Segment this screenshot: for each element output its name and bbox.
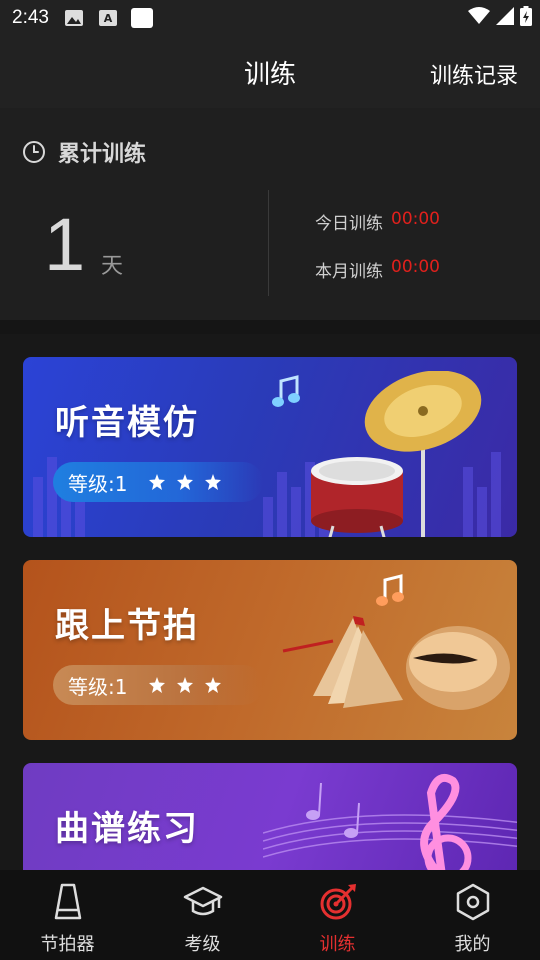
nav-item-metronome[interactable]: 节拍器 bbox=[0, 870, 135, 960]
card-title: 听音模仿 bbox=[55, 403, 199, 443]
level-badge: 等级:1 bbox=[53, 462, 263, 502]
level-label: 等级:1 bbox=[68, 471, 128, 496]
battery-charging-icon bbox=[520, 6, 532, 26]
star-icon bbox=[205, 474, 222, 490]
section-gap bbox=[0, 320, 540, 334]
top-app-bar: 训练 训练记录 bbox=[0, 36, 540, 108]
treble-clef-illustration bbox=[263, 774, 517, 870]
training-list[interactable]: 听音模仿 等级:1 跟上节拍 等级:1 曲谱练习 bbox=[0, 334, 540, 870]
status-bar: 2:43 A bbox=[0, 0, 540, 36]
music-note-icon bbox=[272, 375, 300, 407]
nav-item-exam[interactable]: 考级 bbox=[135, 870, 270, 960]
nav-item-training[interactable]: 训练 bbox=[270, 870, 405, 960]
level-stars bbox=[149, 474, 222, 490]
training-record-link[interactable]: 训练记录 bbox=[430, 58, 518, 90]
today-label: 今日训练 bbox=[315, 214, 383, 234]
listen-imitate-card[interactable]: 听音模仿 等级:1 bbox=[23, 357, 517, 537]
blank-notification-icon bbox=[130, 8, 153, 28]
total-days-unit: 天 bbox=[101, 254, 124, 279]
svg-text:A: A bbox=[104, 12, 113, 25]
clock-icon bbox=[23, 141, 45, 163]
metronome-icon bbox=[54, 883, 81, 920]
target-icon bbox=[320, 884, 356, 920]
wifi-icon bbox=[468, 7, 490, 24]
follow-beat-card[interactable]: 跟上节拍 等级:1 bbox=[23, 560, 517, 740]
status-time: 2:43 bbox=[12, 7, 49, 28]
graduation-cap-icon bbox=[183, 886, 222, 916]
level-badge: 等级:1 bbox=[53, 665, 263, 705]
today-value: 00:00 bbox=[391, 209, 440, 229]
level-label: 等级:1 bbox=[68, 674, 128, 699]
nav-label: 节拍器 bbox=[40, 934, 95, 955]
bottom-navigation: 节拍器 考级 训练 我的 bbox=[0, 870, 540, 960]
month-training-row: 本月训练 00:00 bbox=[315, 257, 440, 282]
level-stars bbox=[149, 677, 222, 693]
clapper-shell-illustration bbox=[282, 616, 510, 710]
star-icon bbox=[177, 677, 194, 693]
cell-signal-icon bbox=[496, 7, 514, 25]
today-training-row: 今日训练 00:00 bbox=[315, 209, 440, 234]
summary-header: 累计训练 bbox=[22, 136, 146, 168]
nav-label: 我的 bbox=[454, 934, 491, 955]
font-notification-icon: A bbox=[98, 10, 117, 26]
summary-divider bbox=[268, 190, 269, 296]
month-label: 本月训练 bbox=[315, 262, 383, 282]
star-icon bbox=[177, 474, 194, 490]
drum-cymbal-illustration bbox=[311, 371, 482, 537]
nav-label: 训练 bbox=[319, 934, 356, 955]
summary-heading: 累计训练 bbox=[58, 142, 147, 167]
month-value: 00:00 bbox=[391, 257, 440, 277]
sheet-music-practice-card[interactable]: 曲谱练习 bbox=[23, 763, 517, 870]
nav-item-profile[interactable]: 我的 bbox=[405, 870, 540, 960]
star-icon bbox=[149, 474, 166, 490]
nav-label: 考级 bbox=[184, 934, 221, 955]
card-title: 曲谱练习 bbox=[55, 809, 199, 849]
training-summary-card: 累计训练 1 天 今日训练 00:00 本月训练 00:00 bbox=[0, 108, 540, 320]
star-icon bbox=[149, 677, 166, 693]
star-icon bbox=[205, 677, 222, 693]
card-title: 跟上节拍 bbox=[55, 606, 199, 646]
image-notification-icon bbox=[64, 10, 83, 26]
hexagon-profile-icon bbox=[456, 883, 489, 921]
total-days-value: 1 bbox=[44, 203, 86, 286]
